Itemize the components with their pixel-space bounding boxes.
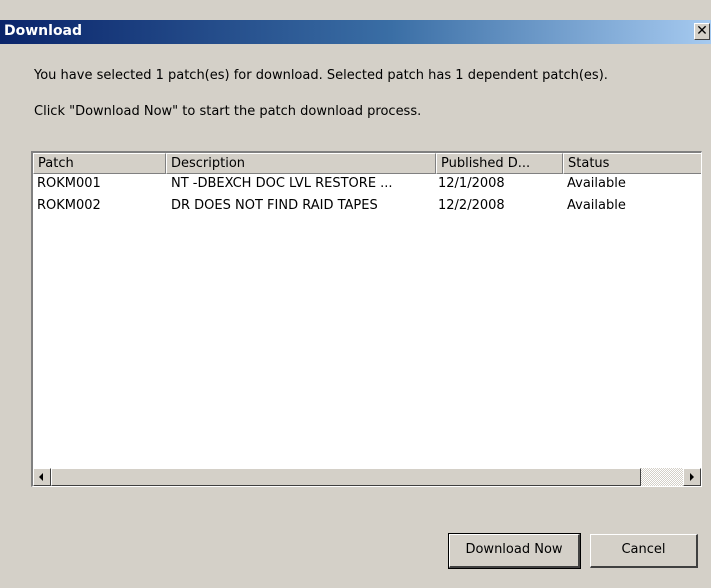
- arrow-right-icon: [690, 473, 694, 481]
- cell-status: Available: [567, 176, 626, 191]
- cell-published-date: 12/1/2008: [438, 176, 505, 191]
- scroll-right-button[interactable]: [683, 468, 701, 486]
- table-row[interactable]: ROKM002 DR DOES NOT FIND RAID TAPES 12/2…: [33, 196, 701, 216]
- column-header-status[interactable]: Status: [563, 153, 701, 174]
- selection-message: You have selected 1 patch(es) for downlo…: [34, 68, 608, 83]
- scroll-thumb[interactable]: [51, 468, 641, 486]
- download-now-button[interactable]: Download Now: [448, 533, 581, 569]
- cell-patch: ROKM001: [37, 176, 101, 191]
- scroll-track[interactable]: [641, 468, 683, 486]
- list-header: Patch Description Published D... Status: [33, 153, 701, 174]
- horizontal-scrollbar[interactable]: [33, 468, 701, 486]
- cell-description: NT -DBEXCH DOC LVL RESTORE ...: [171, 176, 393, 191]
- window-title: Download: [4, 23, 83, 39]
- cell-patch: ROKM002: [37, 198, 101, 213]
- arrow-left-icon: [39, 473, 43, 481]
- column-header-published-date[interactable]: Published D...: [436, 153, 563, 174]
- patch-list[interactable]: Patch Description Published D... Status …: [31, 151, 702, 487]
- close-button[interactable]: ✕: [694, 23, 710, 40]
- cell-published-date: 12/2/2008: [438, 198, 505, 213]
- title-bar: Download ✕: [0, 20, 711, 44]
- column-header-description[interactable]: Description: [166, 153, 436, 174]
- column-header-patch[interactable]: Patch: [33, 153, 166, 174]
- cell-description: DR DOES NOT FIND RAID TAPES: [171, 198, 378, 213]
- instruction-message: Click "Download Now" to start the patch …: [34, 104, 422, 119]
- table-row[interactable]: ROKM001 NT -DBEXCH DOC LVL RESTORE ... 1…: [33, 174, 701, 194]
- scroll-left-button[interactable]: [33, 468, 51, 486]
- close-icon: ✕: [696, 23, 708, 39]
- cancel-button[interactable]: Cancel: [590, 534, 698, 568]
- cell-status: Available: [567, 198, 626, 213]
